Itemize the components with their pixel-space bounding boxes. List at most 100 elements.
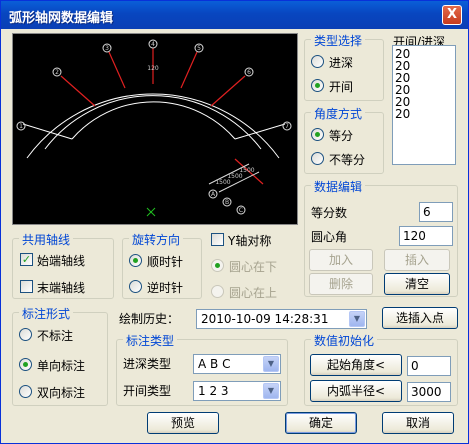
counterclockwise-radio[interactable]: [129, 280, 142, 293]
depth-type-select[interactable]: A B C ▼: [193, 354, 281, 374]
depth-type-label: 进深类型: [123, 357, 172, 371]
single-annotation-radio[interactable]: [19, 358, 32, 371]
spacing-listbox[interactable]: 20 20 20 20 20 20: [392, 45, 456, 165]
chevron-down-icon[interactable]: ▼: [263, 356, 279, 372]
center-angle-label: 圆心角: [311, 230, 348, 244]
arc-3: [26, 93, 280, 159]
end-axis-label[interactable]: 末端轴线: [37, 279, 85, 296]
type-bay-label[interactable]: 开间: [329, 78, 353, 95]
divisions-label: 等分数: [311, 206, 348, 220]
counterclockwise-label[interactable]: 逆时针: [147, 279, 183, 296]
preview-drawing: 1 2 3 4 5 6 7 A B C 120 1500 1500 1500: [16, 39, 292, 217]
start-axis-checkbox[interactable]: ✓: [20, 253, 33, 266]
axis-label: 4: [151, 41, 155, 48]
dimension-label: 1500: [215, 179, 230, 186]
clockwise-radio[interactable]: [129, 254, 142, 267]
start-angle-input[interactable]: 0: [407, 356, 451, 376]
init-values-group: 数值初始化 起始角度< 0 内弧半径< 3000: [304, 332, 458, 406]
clockwise-label[interactable]: 顺时针: [147, 253, 183, 270]
axis-line-1: [22, 123, 73, 140]
bay-type-label: 开间类型: [123, 384, 172, 398]
arc-angle-label: 120: [147, 65, 159, 72]
no-annotation-label[interactable]: 不标注: [37, 327, 73, 344]
start-angle-button[interactable]: 起始角度<: [310, 354, 402, 376]
preview-button[interactable]: 预览: [147, 412, 219, 434]
dimension-label: 1500: [239, 167, 254, 174]
chevron-down-icon[interactable]: ▼: [349, 311, 365, 327]
axis-label: 2: [55, 69, 59, 76]
history-select[interactable]: 2010-10-09 14:28:31 ▼: [196, 309, 367, 329]
type-select-legend: 类型选择: [311, 32, 366, 49]
single-annotation-label[interactable]: 单向标注: [37, 357, 85, 374]
close-button[interactable]: X: [442, 5, 462, 25]
delete-button[interactable]: 删除: [309, 273, 373, 295]
center-angle-input[interactable]: 120: [399, 226, 453, 246]
type-depth-label[interactable]: 进深: [329, 54, 353, 71]
angle-equal-radio[interactable]: [311, 128, 324, 141]
axis-line-2: [60, 75, 96, 107]
shared-axis-legend: 共用轴线: [19, 231, 74, 248]
divisions-input[interactable]: 6: [419, 202, 453, 222]
history-label: 绘制历史：: [119, 312, 180, 326]
bay-type-select[interactable]: 1 2 3 ▼: [193, 381, 281, 401]
add-button[interactable]: 加入: [309, 249, 373, 271]
rotation-group: 旋转方向 顺时针 逆时针: [122, 231, 202, 299]
start-axis-label[interactable]: 始端轴线: [37, 252, 85, 269]
y-symmetric-checkbox[interactable]: [211, 233, 224, 246]
type-bay-radio[interactable]: [311, 79, 324, 92]
angle-mode-group: 角度方式 等分 不等分: [304, 105, 384, 174]
axis-line-6: [210, 75, 246, 107]
shared-axis-group: 共用轴线 ✓ 始端轴线 末端轴线: [12, 231, 114, 299]
type-select-group: 类型选择 进深 开间: [304, 32, 384, 101]
list-item[interactable]: 20: [395, 108, 455, 120]
select-insert-point-button[interactable]: 选插入点: [382, 307, 458, 329]
inner-radius-button[interactable]: 内弧半径<: [310, 380, 402, 402]
double-annotation-radio[interactable]: [19, 385, 32, 398]
center-above-radio[interactable]: [211, 285, 224, 298]
angle-mode-legend: 角度方式: [311, 105, 366, 122]
type-depth-radio[interactable]: [311, 55, 324, 68]
axis-grid-preview: 1 2 3 4 5 6 7 A B C 120 1500 1500 1500: [12, 33, 298, 225]
angle-unequal-radio[interactable]: [311, 152, 324, 165]
axis-label: 6: [247, 69, 251, 76]
init-values-legend: 数值初始化: [311, 332, 378, 349]
center-below-label[interactable]: 圆心在下: [229, 258, 277, 275]
double-annotation-label[interactable]: 双向标注: [37, 384, 85, 401]
history-value: 2010-10-09 14:28:31: [201, 312, 329, 326]
axis-label: 5: [197, 45, 201, 52]
title-bar[interactable]: 弧形轴网数据编辑 X: [1, 1, 468, 29]
annotation-form-legend: 标注形式: [19, 305, 74, 322]
window-title: 弧形轴网数据编辑: [9, 11, 114, 26]
axis-label: C: [239, 207, 243, 214]
arc-2: [44, 95, 262, 150]
dialog-window: 弧形轴网数据编辑 X 1 2 3 4 5 6 7 A B C 120 1500 …: [0, 0, 469, 444]
angle-unequal-label[interactable]: 不等分: [329, 151, 365, 168]
annotation-type-group: 标注类型 进深类型 A B C ▼ 开间类型 1 2 3 ▼: [116, 332, 288, 406]
axis-line-3: [108, 51, 126, 89]
end-axis-checkbox[interactable]: [20, 280, 33, 293]
annotation-form-group: 标注形式 不标注 单向标注 双向标注: [12, 305, 108, 406]
inner-radius-input[interactable]: 3000: [407, 382, 451, 402]
axis-label: 1: [19, 123, 23, 130]
insert-button[interactable]: 插入: [384, 249, 450, 271]
annotation-type-legend: 标注类型: [123, 332, 178, 349]
cancel-button[interactable]: 取消: [382, 412, 454, 434]
clear-button[interactable]: 清空: [384, 273, 450, 295]
bay-type-value: 1 2 3: [198, 384, 229, 398]
angle-equal-label[interactable]: 等分: [329, 127, 353, 144]
dimension-label: 1500: [227, 173, 242, 180]
center-below-radio[interactable]: [211, 259, 224, 272]
axis-label: 7: [285, 123, 289, 130]
rotation-legend: 旋转方向: [129, 231, 184, 248]
axis-line-5: [180, 51, 198, 89]
no-annotation-radio[interactable]: [19, 328, 32, 341]
data-edit-group: 数据编辑 等分数 6 圆心角 120 加入 插入 删除 清空: [304, 178, 458, 297]
y-symmetric-label[interactable]: Y轴对称: [228, 232, 271, 249]
depth-type-value: A B C: [198, 357, 231, 371]
ok-button[interactable]: 确定: [285, 412, 357, 434]
center-above-label[interactable]: 圆心在上: [229, 284, 277, 301]
chevron-down-icon[interactable]: ▼: [263, 383, 279, 399]
data-edit-legend: 数据编辑: [311, 178, 366, 195]
axis-label: 3: [105, 45, 109, 52]
axis-label: B: [225, 199, 229, 206]
